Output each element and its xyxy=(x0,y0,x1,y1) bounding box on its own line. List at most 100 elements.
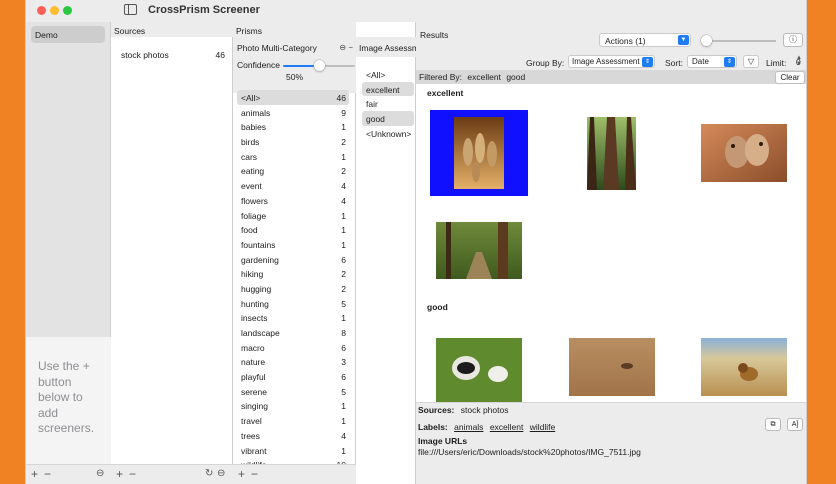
category-label: serene xyxy=(241,386,267,397)
category-row[interactable]: gardening 6 xyxy=(237,252,349,267)
filter-chip[interactable]: excellent xyxy=(467,72,501,82)
category-count: 1 xyxy=(341,151,346,162)
close-window-button[interactable] xyxy=(37,6,46,15)
category-row[interactable]: landscape 8 xyxy=(237,325,349,340)
confidence-slider-knob[interactable] xyxy=(314,60,325,71)
zoom-window-button[interactable] xyxy=(63,6,72,15)
group-by-label: Group By: xyxy=(526,58,565,68)
category-row[interactable]: trees 4 xyxy=(237,428,349,443)
label-link[interactable]: excellent xyxy=(490,422,524,432)
category-label: hugging xyxy=(241,283,272,294)
minimize-window-button[interactable] xyxy=(50,6,59,15)
filter-icon[interactable]: ▽ xyxy=(743,55,759,68)
category-row[interactable]: <All> 46 xyxy=(237,90,349,105)
category-row[interactable]: serene 5 xyxy=(237,384,349,399)
actions-popup[interactable]: Actions (1) ▼ xyxy=(599,33,691,47)
category-count: 3 xyxy=(341,357,346,368)
more-icon[interactable]: ⊖ xyxy=(339,43,346,52)
details-labels: Labels: animals excellent wildlife xyxy=(418,422,559,432)
category-label: landscape xyxy=(241,328,280,338)
limit-stepper[interactable]: ▲ ▼ xyxy=(796,55,804,67)
result-thumbnail[interactable] xyxy=(569,338,655,396)
category-row[interactable]: foliage 1 xyxy=(237,208,349,223)
remove-source-button[interactable]: − xyxy=(129,468,136,480)
assessment-row[interactable]: good xyxy=(362,111,414,126)
clear-filter-button[interactable]: Clear xyxy=(775,71,805,84)
source-item[interactable]: stock photos 46 xyxy=(121,50,225,60)
image-url[interactable]: file:///Users/eric/Downloads/stock%20pho… xyxy=(418,447,641,457)
category-count: 9 xyxy=(341,107,346,118)
category-row[interactable]: hiking 2 xyxy=(237,266,349,281)
remove-screener-button[interactable]: − xyxy=(44,468,51,480)
result-thumbnail[interactable] xyxy=(436,338,522,402)
category-count: 2 xyxy=(341,137,346,148)
category-row[interactable]: hunting 5 xyxy=(237,296,349,311)
category-row[interactable]: event 4 xyxy=(237,178,349,193)
more-icon[interactable]: ⊖ xyxy=(96,468,104,480)
confidence-slider[interactable] xyxy=(283,60,355,71)
category-row[interactable]: eating 2 xyxy=(237,163,349,178)
meerkat-pair-image xyxy=(701,124,787,182)
add-screener-button[interactable]: + xyxy=(31,468,38,480)
category-row[interactable]: singing 1 xyxy=(237,398,349,413)
category-row[interactable]: playful 6 xyxy=(237,369,349,384)
forest-path-image xyxy=(436,222,522,279)
category-row[interactable]: macro 6 xyxy=(237,340,349,355)
label-link[interactable]: animals xyxy=(454,422,483,432)
add-source-button[interactable]: + xyxy=(116,468,123,480)
category-row[interactable]: fountains 1 xyxy=(237,237,349,252)
category-row[interactable]: flowers 4 xyxy=(237,193,349,208)
result-thumbnail[interactable] xyxy=(701,124,787,182)
add-prism-button[interactable]: + xyxy=(238,468,245,480)
category-row[interactable]: insects 1 xyxy=(237,310,349,325)
sidebar-toggle-icon[interactable] xyxy=(124,4,137,15)
assessment-row[interactable]: fair xyxy=(362,96,414,111)
result-thumbnail[interactable] xyxy=(701,338,787,396)
category-count: 6 xyxy=(341,372,346,383)
assessment-row[interactable]: <All> xyxy=(362,67,414,82)
screeners-sidebar: Demo Use the + button below to add scree… xyxy=(26,22,111,484)
category-row[interactable]: babies 1 xyxy=(237,119,349,134)
group-by-popup[interactable]: Image Assessment ⇕ xyxy=(568,55,655,68)
category-row[interactable]: nature 3 xyxy=(237,354,349,369)
text-size-icon[interactable]: A] xyxy=(787,418,803,431)
assessment-row[interactable]: excellent xyxy=(362,81,414,97)
screener-item-demo[interactable]: Demo xyxy=(31,26,105,43)
category-label: animals xyxy=(241,107,271,118)
category-count: 1 xyxy=(341,401,346,412)
result-thumbnail[interactable] xyxy=(436,222,522,279)
result-thumbnail[interactable] xyxy=(430,110,528,196)
sort-popup[interactable]: Date ⇕ xyxy=(687,55,737,68)
category-row[interactable]: travel 1 xyxy=(237,413,349,428)
prism-actions: ⊖ − xyxy=(339,43,353,52)
sort-value: Date xyxy=(692,57,709,66)
label-link[interactable]: wildlife xyxy=(530,422,556,432)
refresh-icon[interactable]: ↻ xyxy=(205,468,213,480)
sources-label: Sources: xyxy=(418,405,455,415)
thumbnail-size-knob[interactable] xyxy=(701,35,712,46)
category-label: vibrant xyxy=(241,445,267,456)
category-row[interactable]: hugging 2 xyxy=(237,281,349,296)
category-label: travel xyxy=(241,416,262,427)
category-row[interactable]: vibrant 1 xyxy=(237,443,349,458)
category-label: gardening xyxy=(241,254,279,265)
copy-icon[interactable]: ⧉ xyxy=(765,418,781,431)
category-row[interactable]: cars 1 xyxy=(237,149,349,164)
info-icon[interactable]: ⓘ xyxy=(783,33,803,47)
category-count: 1 xyxy=(341,313,346,324)
more-icon[interactable]: ⊖ xyxy=(217,468,225,480)
filter-chip[interactable]: good xyxy=(506,72,525,82)
thumbnail-size-slider[interactable] xyxy=(701,40,776,42)
remove-prism-button[interactable]: − xyxy=(251,468,258,480)
category-label: hiking xyxy=(241,269,264,280)
category-row[interactable]: food 1 xyxy=(237,222,349,237)
source-name: stock photos xyxy=(121,50,169,60)
category-row[interactable]: birds 2 xyxy=(237,134,349,149)
minus-icon[interactable]: − xyxy=(348,43,353,52)
result-thumbnail[interactable] xyxy=(587,117,636,190)
sources-footer: + − ↻ ⊖ xyxy=(111,464,233,484)
category-label: hunting xyxy=(241,298,269,309)
category-row[interactable]: animals 9 xyxy=(237,105,349,120)
assessment-row[interactable]: <Unknown> xyxy=(362,126,414,141)
category-label: insects xyxy=(241,313,268,324)
